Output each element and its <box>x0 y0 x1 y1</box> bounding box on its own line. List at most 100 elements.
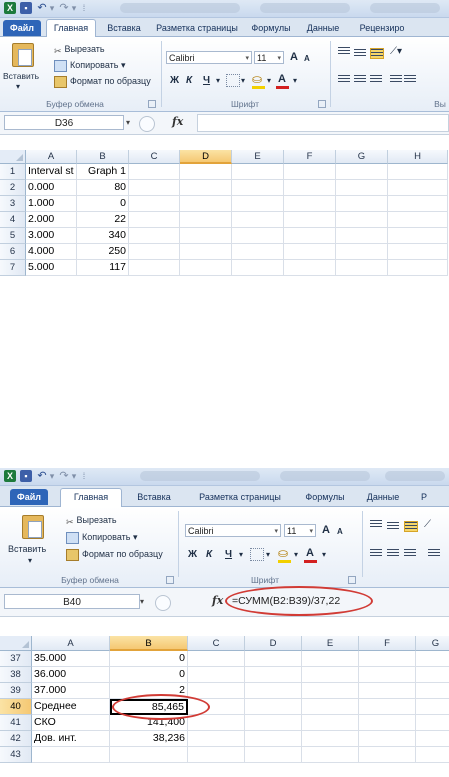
font-launcher-icon[interactable] <box>318 100 326 108</box>
cell-e40[interactable] <box>302 699 359 715</box>
row-header[interactable]: 42 <box>0 731 32 747</box>
chevron-down-icon[interactable]: ▾ <box>267 75 271 87</box>
row-header[interactable]: 3 <box>0 196 26 212</box>
cell-g7[interactable] <box>336 260 388 276</box>
cell-b42[interactable]: 38,236 <box>110 731 188 747</box>
chevron-down-icon[interactable]: ▾ <box>322 549 326 561</box>
tab-formulas[interactable]: Формулы <box>298 489 352 505</box>
align-bottom-icon[interactable] <box>370 48 384 59</box>
cell-h1[interactable] <box>388 164 448 180</box>
cell-f7[interactable] <box>284 260 336 276</box>
fill-color-icon[interactable]: ⛀ <box>278 547 288 559</box>
cell-b43[interactable] <box>110 747 188 763</box>
chevron-down-icon[interactable]: ▾ <box>239 549 243 561</box>
bold-button[interactable]: Ж <box>170 75 179 86</box>
name-box[interactable]: B40 <box>4 594 140 609</box>
cell-a43[interactable] <box>32 747 110 763</box>
paste-clipboard-icon[interactable] <box>22 515 44 539</box>
row-header[interactable]: 2 <box>0 180 26 196</box>
cell-a6[interactable]: 4.000 <box>26 244 77 260</box>
cell-c6[interactable] <box>129 244 180 260</box>
cell-c37[interactable] <box>188 651 245 667</box>
row-header[interactable]: 40 <box>0 699 32 715</box>
tab-insert[interactable]: Вставка <box>126 489 182 505</box>
cell-e2[interactable] <box>232 180 284 196</box>
cell-h7[interactable] <box>388 260 448 276</box>
clipboard-launcher-icon[interactable] <box>166 576 174 584</box>
cell-c1[interactable] <box>129 164 180 180</box>
tab-page-layout[interactable]: Разметка страницы <box>152 20 242 36</box>
align-top-icon[interactable] <box>370 520 382 529</box>
cell-f42[interactable] <box>359 731 416 747</box>
row-header[interactable]: 41 <box>0 715 32 731</box>
cell-g5[interactable] <box>336 228 388 244</box>
cell-d37[interactable] <box>245 651 302 667</box>
cell-g4[interactable] <box>336 212 388 228</box>
row-header[interactable]: 6 <box>0 244 26 260</box>
cell-e41[interactable] <box>302 715 359 731</box>
cell-b40[interactable]: 85,465 <box>110 699 188 715</box>
cell-b4[interactable]: 22 <box>77 212 129 228</box>
row-header[interactable]: 4 <box>0 212 26 228</box>
column-header-a[interactable]: A <box>26 150 77 164</box>
column-header-a[interactable]: A <box>32 636 110 651</box>
cell-b37[interactable]: 0 <box>110 651 188 667</box>
cell-h4[interactable] <box>388 212 448 228</box>
cell-g3[interactable] <box>336 196 388 212</box>
cell-f39[interactable] <box>359 683 416 699</box>
cell-e43[interactable] <box>302 747 359 763</box>
cell-d43[interactable] <box>245 747 302 763</box>
cell-g6[interactable] <box>336 244 388 260</box>
cell-h2[interactable] <box>388 180 448 196</box>
cell-h3[interactable] <box>388 196 448 212</box>
cell-a41[interactable]: СКО <box>32 715 110 731</box>
font-size-select[interactable]: 11 ▾ <box>284 524 316 537</box>
cell-h5[interactable] <box>388 228 448 244</box>
cell-d41[interactable] <box>245 715 302 731</box>
row-header[interactable]: 43 <box>0 747 32 763</box>
dropdown-icon[interactable]: ▾ <box>49 470 55 482</box>
row-header[interactable]: 39 <box>0 683 32 699</box>
tab-home[interactable]: Главная <box>60 488 122 507</box>
row-header[interactable]: 38 <box>0 667 32 683</box>
cell-a5[interactable]: 3.000 <box>26 228 77 244</box>
row-header[interactable]: 37 <box>0 651 32 667</box>
cell-a42[interactable]: Дов. инт. <box>32 731 110 747</box>
tab-page-layout[interactable]: Разметка страницы <box>188 489 292 505</box>
align-left-icon[interactable] <box>338 75 350 84</box>
cell-b7[interactable]: 117 <box>77 260 129 276</box>
cell-c7[interactable] <box>129 260 180 276</box>
select-all-corner[interactable] <box>0 636 32 651</box>
font-launcher-icon[interactable] <box>348 576 356 584</box>
copy-button[interactable]: Копировать ▾ <box>66 531 138 544</box>
cell-d38[interactable] <box>245 667 302 683</box>
cell-e4[interactable] <box>232 212 284 228</box>
formula-cancel-icon[interactable] <box>155 595 171 611</box>
column-header-f[interactable]: F <box>284 150 336 164</box>
cell-g40[interactable] <box>416 699 449 715</box>
column-header-e[interactable]: E <box>302 636 359 651</box>
cell-g39[interactable] <box>416 683 449 699</box>
cell-e42[interactable] <box>302 731 359 747</box>
cell-a40[interactable]: Среднее <box>32 699 110 715</box>
align-right-icon[interactable] <box>404 549 416 558</box>
cell-e5[interactable] <box>232 228 284 244</box>
redo-icon[interactable]: ↷ <box>58 470 70 482</box>
orientation-icon[interactable]: ⟋ <box>424 519 431 531</box>
align-center-icon[interactable] <box>387 549 399 558</box>
cell-c4[interactable] <box>129 212 180 228</box>
align-right-icon[interactable] <box>370 75 382 84</box>
cell-e1[interactable] <box>232 164 284 180</box>
column-header-h[interactable]: H <box>388 150 448 164</box>
cell-e39[interactable] <box>302 683 359 699</box>
cell-c43[interactable] <box>188 747 245 763</box>
cell-a7[interactable]: 5.000 <box>26 260 77 276</box>
align-left-icon[interactable] <box>370 549 382 558</box>
tab-file[interactable]: Файл <box>10 489 48 505</box>
cell-b38[interactable]: 0 <box>110 667 188 683</box>
cell-a39[interactable]: 37.000 <box>32 683 110 699</box>
insert-function-icon[interactable]: fx <box>212 594 223 607</box>
cell-f41[interactable] <box>359 715 416 731</box>
tab-review[interactable]: Р <box>414 489 434 505</box>
cell-f40[interactable] <box>359 699 416 715</box>
